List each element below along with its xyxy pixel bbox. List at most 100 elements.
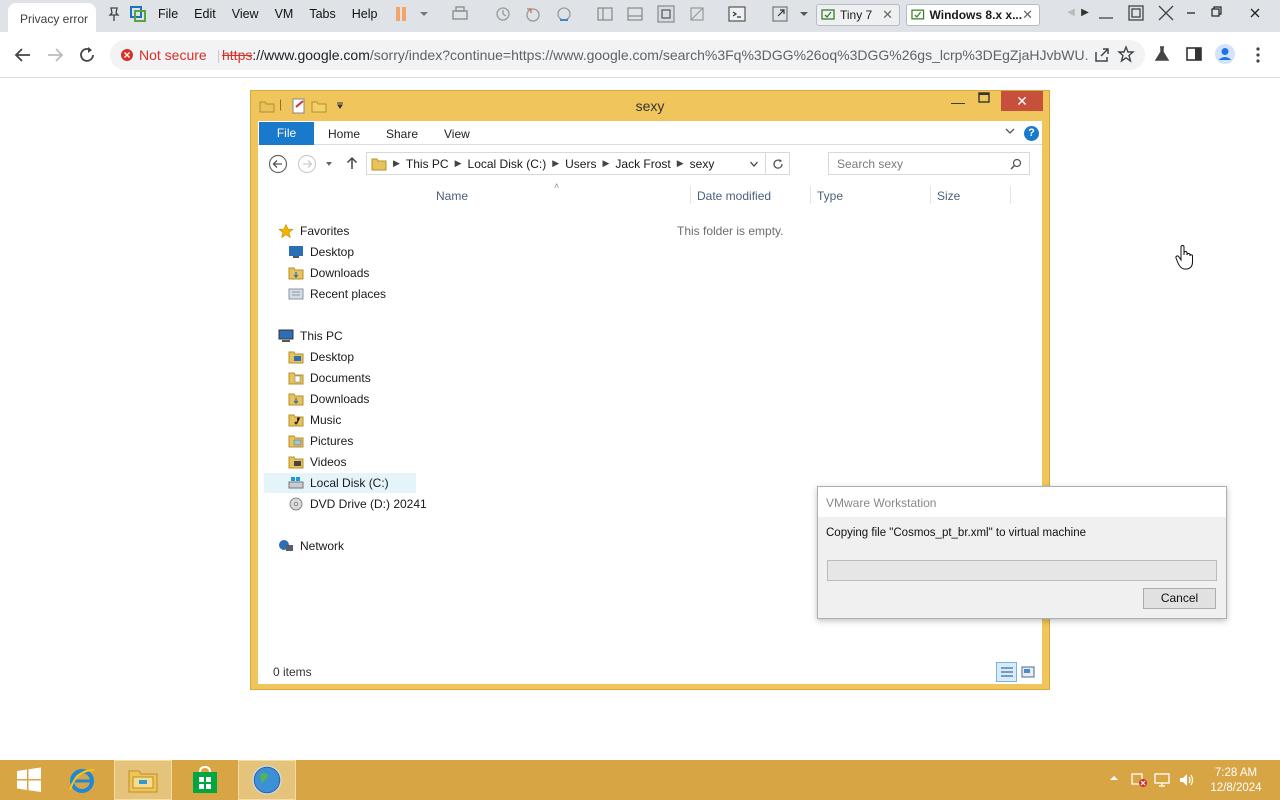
nav-pc-local-disk[interactable]: Local Disk (C:) [264,473,416,493]
menu-tabs[interactable]: Tabs [301,7,343,21]
nav-pc-pictures[interactable]: Pictures [288,431,353,451]
search-icon [1010,158,1022,170]
close-icon[interactable]: ✕ [1022,7,1033,23]
volume-icon[interactable] [1178,772,1196,788]
close-icon[interactable]: ✕ [882,7,893,23]
labs-flask-icon[interactable] [1153,45,1171,63]
profile-avatar[interactable] [1214,43,1236,65]
restore-icon[interactable] [1206,3,1228,23]
up-arrow-icon[interactable] [344,155,360,171]
ribbon-tab-file[interactable]: File [259,122,314,145]
security-indicator[interactable]: Not secure | [120,47,220,63]
action-center-icon[interactable] [1130,772,1148,788]
url-text[interactable]: https://www.google.com/sorry/index?conti… [222,47,1088,63]
revert-snapshot-icon[interactable] [523,4,543,24]
vm-tab-windows8[interactable]: Windows 8.x x... ✕ [906,4,1040,26]
column-type[interactable]: Type [817,189,843,203]
reload-icon[interactable] [76,44,98,66]
column-name[interactable]: Name [436,189,468,203]
browser-tab-privacy-error[interactable]: Privacy error [8,3,96,32]
breadcrumb-this-pc[interactable]: This PC [400,157,455,171]
more-menu-icon[interactable] [1250,46,1266,64]
minimize-button[interactable]: — [951,94,965,110]
forward-icon[interactable] [44,44,66,66]
menu-vm[interactable]: VM [267,7,302,21]
ribbon-tab-share[interactable]: Share [386,127,418,141]
nav-pc-documents[interactable]: Documents [288,368,371,388]
menu-file[interactable]: File [150,7,186,21]
tab-scroll-right-icon[interactable]: ▶ [1074,3,1096,23]
pause-icon[interactable] [391,4,411,24]
close-button[interactable]: ✕ [1001,91,1043,111]
taskbar-internet-explorer[interactable] [53,760,111,800]
console-view-icon[interactable] [727,4,747,24]
nav-fav-desktop[interactable]: Desktop [288,242,354,262]
close-icon[interactable] [1245,3,1267,23]
back-icon[interactable] [268,154,288,174]
snapshot-icon[interactable] [493,4,513,24]
show-library-icon[interactable] [595,4,615,24]
vm-tab-tiny7[interactable]: Tiny 7 ✕ [816,4,900,26]
ribbon-tab-home[interactable]: Home [328,127,360,141]
refresh-icon[interactable] [765,153,789,174]
taskbar-file-explorer[interactable] [114,760,172,800]
thumbnail-bar-icon[interactable] [625,4,645,24]
breadcrumb-jack-frost[interactable]: Jack Frost [609,157,676,171]
close-icon[interactable] [1156,3,1178,23]
forward-icon[interactable] [297,154,317,174]
expand-ribbon-icon[interactable] [1004,125,1016,137]
large-icons-view-icon[interactable] [1020,664,1036,680]
nav-this-pc[interactable]: This PC [278,326,343,346]
back-icon[interactable] [12,44,34,66]
taskbar-globe-app[interactable] [238,760,296,800]
breadcrumb-local-disk[interactable]: Local Disk (C:) [462,157,553,171]
column-date-modified[interactable]: Date modified [697,189,771,203]
breadcrumb[interactable]: ▶ This PC ▶ Local Disk (C:) ▶ Users ▶ Ja… [366,152,790,175]
vmware-logo-icon [128,4,148,24]
explorer-titlebar[interactable]: | sexy — ✕ [251,91,1049,121]
clock[interactable]: 7:28 AM 12/8/2024 [1206,766,1266,796]
nav-pc-desktop[interactable]: Desktop [288,347,354,367]
help-icon[interactable]: ? [1024,126,1039,141]
column-size[interactable]: Size [937,189,960,203]
recent-locations-icon[interactable] [324,159,334,169]
breadcrumb-users[interactable]: Users [559,157,602,171]
nav-pc-videos[interactable]: Videos [288,452,346,472]
unity-icon[interactable] [687,4,707,24]
snapshot-manager-icon[interactable] [554,4,574,24]
search-box[interactable]: Search sexy [828,152,1030,175]
stretch-guest-icon[interactable] [770,4,790,24]
side-panel-icon[interactable] [1185,45,1203,63]
share-icon[interactable] [1093,46,1111,64]
nav-pc-downloads[interactable]: Downloads [288,389,369,409]
nav-network[interactable]: Network [278,536,344,556]
pin-icon[interactable] [104,4,124,24]
minimize-icon[interactable] [1096,3,1118,23]
send-ctrl-alt-del-icon[interactable] [450,4,470,24]
chevron-down-icon[interactable] [414,4,434,24]
bookmark-star-icon[interactable] [1117,45,1135,63]
nav-fav-downloads[interactable]: Downloads [288,263,369,283]
breadcrumb-sexy[interactable]: sexy [684,157,721,171]
show-hidden-icons-icon[interactable] [1108,773,1120,783]
vm-icon [911,9,925,20]
start-button[interactable] [0,760,58,800]
chevron-down-icon[interactable] [749,159,759,169]
menu-view[interactable]: View [224,7,267,21]
nav-favorites[interactable]: Favorites [278,221,349,241]
ribbon-tab-view[interactable]: View [444,127,470,141]
nav-pc-dvd-drive[interactable]: DVD Drive (D:) 20241 [288,494,427,514]
chevron-down-icon[interactable] [794,4,814,24]
menu-edit[interactable]: Edit [186,7,224,21]
nav-fav-recent-places[interactable]: Recent places [288,284,386,304]
taskbar-store[interactable] [176,760,234,800]
network-tray-icon[interactable] [1153,772,1171,788]
restore-icon[interactable] [1126,3,1148,23]
details-view-icon[interactable] [996,662,1017,682]
cancel-button[interactable]: Cancel [1143,588,1216,609]
nav-pc-music[interactable]: Music [288,410,341,430]
minimize-icon[interactable] [1181,3,1203,23]
menu-help[interactable]: Help [344,7,386,21]
full-screen-icon[interactable] [656,4,676,24]
maximize-button[interactable] [978,92,990,104]
